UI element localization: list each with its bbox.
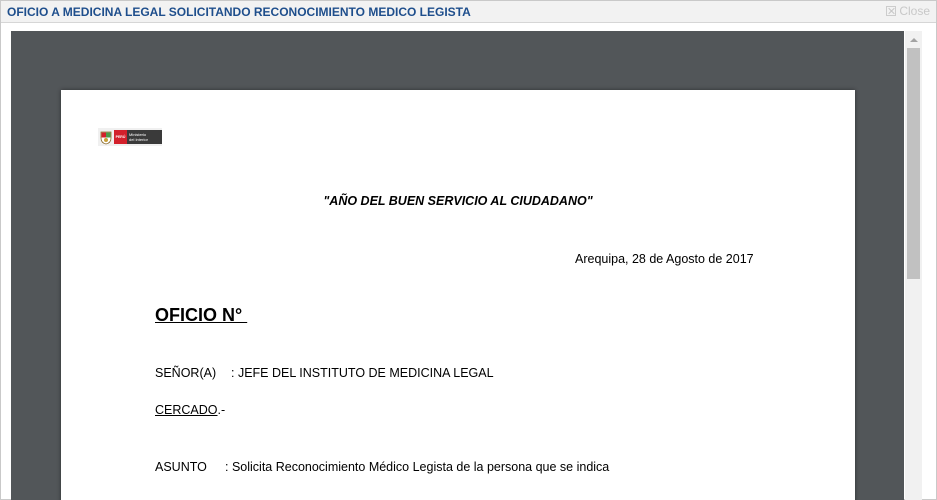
close-label: Close (899, 4, 930, 18)
location-line: CERCADO.- (155, 403, 225, 417)
recipient-label: SEÑOR(A) (155, 366, 217, 380)
year-motto: "AÑO DEL BUEN SERVICIO AL CIUDADANO" (323, 194, 593, 208)
document-dialog: OFICIO A MEDICINA LEGAL SOLICITANDO RECO… (0, 0, 937, 500)
oficio-title: OFICIO N° (155, 305, 248, 325)
recipient-line: SEÑOR(A) : JEFE DEL INSTITUTO DE MEDICINA… (155, 366, 494, 380)
dialog-title: OFICIO A MEDICINA LEGAL SOLICITANDO RECO… (7, 5, 471, 19)
chevron-up-icon (909, 37, 918, 42)
scroll-thumb[interactable] (907, 48, 920, 279)
document-date: Arequipa, 28 de Agosto de 2017 (575, 252, 754, 266)
location-suffix: .- (217, 403, 226, 417)
scroll-up-button[interactable] (905, 31, 922, 48)
subject-line: ASUNTO : Solicita Reconocimiento Médico L… (155, 460, 609, 474)
peru-logo-block: PERÚ (114, 130, 127, 144)
document-page: PERÚ Ministerio del Interior "AÑO DEL BU… (61, 90, 855, 500)
close-button[interactable]: Close (886, 3, 930, 19)
subject-value: : Solicita Reconocimiento Médico Legista… (225, 460, 610, 474)
ministry-logo: PERÚ Ministerio del Interior (98, 128, 162, 146)
document-viewer[interactable]: PERÚ Ministerio del Interior "AÑO DEL BU… (11, 31, 904, 500)
close-icon (886, 6, 897, 16)
dialog-titlebar: OFICIO A MEDICINA LEGAL SOLICITANDO RECO… (1, 1, 936, 23)
coat-of-arms-icon (99, 129, 113, 145)
ministry-text-line-2: del Interior (129, 137, 148, 142)
ministry-logo-text: Ministerio del Interior (127, 130, 162, 144)
vertical-scrollbar[interactable] (905, 31, 922, 500)
recipient-value: : JEFE DEL INSTITUTO DE MEDICINA LEGAL (231, 366, 494, 380)
subject-label: ASUNTO (155, 460, 207, 474)
location-word: CERCADO (155, 403, 218, 417)
